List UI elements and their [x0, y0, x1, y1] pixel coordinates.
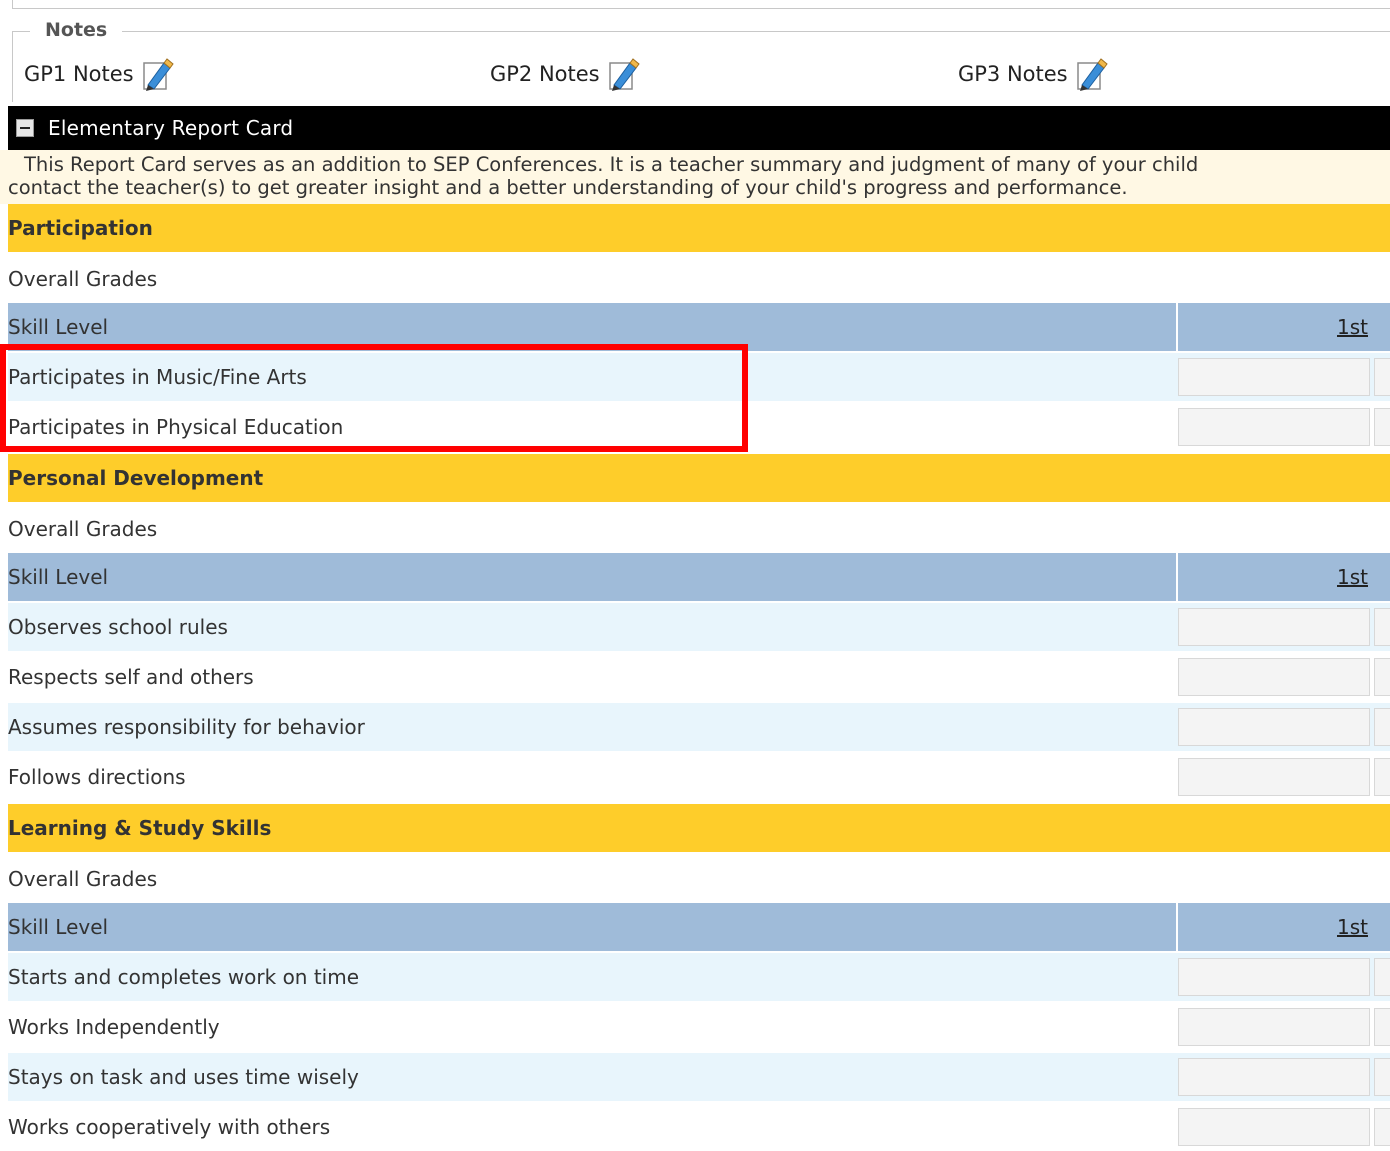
grade-field[interactable]	[1374, 958, 1390, 996]
grade-field[interactable]	[1374, 1058, 1390, 1096]
edit-note-icon[interactable]	[608, 57, 640, 91]
period-1st-link[interactable]: 1st	[1337, 315, 1368, 339]
section-header-personal-development: Personal Development	[8, 454, 1390, 502]
grade-field[interactable]	[1178, 1058, 1370, 1096]
gp2-notes[interactable]: GP2 Notes	[490, 57, 640, 91]
intro-line-2: contact the teacher(s) to get greater in…	[8, 176, 1128, 199]
section-title: Learning & Study Skills	[8, 816, 272, 840]
skill-label: Works Independently	[8, 1015, 220, 1039]
notes-legend: Notes	[30, 19, 123, 41]
skill-row: Assumes responsibility for behavior	[8, 703, 1390, 751]
grade-field[interactable]	[1178, 658, 1370, 696]
period-1st-link[interactable]: 1st	[1337, 915, 1368, 939]
section-header-learning-study-skills: Learning & Study Skills	[8, 804, 1390, 852]
grade-field[interactable]	[1178, 608, 1370, 646]
skill-row: Follows directions	[8, 753, 1390, 801]
edit-note-icon[interactable]	[1076, 57, 1108, 91]
overall-grades-label: Overall Grades	[8, 267, 158, 291]
grade-field[interactable]	[1374, 1108, 1390, 1146]
skill-label: Assumes responsibility for behavior	[8, 715, 365, 739]
skill-label: Works cooperatively with others	[8, 1115, 331, 1139]
section-title: Participation	[8, 216, 153, 240]
column-divider	[1176, 903, 1178, 951]
column-divider	[1176, 303, 1178, 351]
grade-field[interactable]	[1374, 358, 1390, 396]
skill-level-label: Skill Level	[8, 565, 109, 589]
grade-field[interactable]	[1178, 1108, 1370, 1146]
skill-label: Follows directions	[8, 765, 186, 789]
gp3-notes[interactable]: GP3 Notes	[958, 57, 1108, 91]
gp1-notes-label: GP1 Notes	[24, 62, 134, 86]
collapse-icon[interactable]	[16, 119, 34, 137]
grade-field[interactable]	[1178, 358, 1370, 396]
skill-row: Participates in Music/Fine Arts	[8, 353, 1390, 401]
grade-field[interactable]	[1178, 1008, 1370, 1046]
overall-grades-label: Overall Grades	[8, 517, 158, 541]
gp1-notes[interactable]: GP1 Notes	[24, 57, 174, 91]
skill-level-header: Skill Level 1st	[8, 553, 1390, 601]
skill-label: Stays on task and uses time wisely	[8, 1065, 359, 1089]
grade-field[interactable]	[1178, 758, 1370, 796]
gp2-notes-label: GP2 Notes	[490, 62, 600, 86]
section-title: Personal Development	[8, 466, 264, 490]
skill-row: Respects self and others	[8, 653, 1390, 701]
skill-label: Participates in Physical Education	[8, 415, 344, 439]
grade-field[interactable]	[1178, 708, 1370, 746]
skill-row: Observes school rules	[8, 603, 1390, 651]
notes-fieldset	[12, 31, 1390, 102]
grade-field[interactable]	[1374, 758, 1390, 796]
period-1st-link[interactable]: 1st	[1337, 565, 1368, 589]
gp3-notes-label: GP3 Notes	[958, 62, 1068, 86]
skill-label: Respects self and others	[8, 665, 254, 689]
top-frame	[12, 0, 1390, 9]
skill-row: Participates in Physical Education	[8, 403, 1390, 451]
report-card-intro: This Report Card serves as an addition t…	[0, 150, 1390, 204]
skill-label: Starts and completes work on time	[8, 965, 360, 989]
column-divider	[1176, 553, 1178, 601]
overall-grades-row: Overall Grades	[8, 505, 1390, 553]
edit-note-icon[interactable]	[142, 57, 174, 91]
grade-field[interactable]	[1374, 1008, 1390, 1046]
intro-line-1: This Report Card serves as an addition t…	[24, 153, 1199, 176]
grade-field[interactable]	[1374, 708, 1390, 746]
report-card-header: Elementary Report Card	[8, 106, 1390, 150]
grade-field[interactable]	[1178, 958, 1370, 996]
report-card-title: Elementary Report Card	[48, 116, 294, 140]
grade-field[interactable]	[1374, 608, 1390, 646]
skill-row: Stays on task and uses time wisely	[8, 1053, 1390, 1101]
skill-row: Starts and completes work on time	[8, 953, 1390, 1001]
skill-level-label: Skill Level	[8, 315, 109, 339]
overall-grades-label: Overall Grades	[8, 867, 158, 891]
skill-label: Participates in Music/Fine Arts	[8, 365, 307, 389]
skill-level-header: Skill Level 1st	[8, 903, 1390, 951]
grade-field[interactable]	[1374, 658, 1390, 696]
overall-grades-row: Overall Grades	[8, 855, 1390, 903]
skill-label: Observes school rules	[8, 615, 228, 639]
skill-row: Works cooperatively with others	[8, 1103, 1390, 1151]
section-header-participation: Participation	[8, 204, 1390, 252]
skill-level-header: Skill Level 1st	[8, 303, 1390, 351]
skill-row: Works Independently	[8, 1003, 1390, 1051]
overall-grades-row: Overall Grades	[8, 255, 1390, 303]
grade-field[interactable]	[1374, 408, 1390, 446]
grade-field[interactable]	[1178, 408, 1370, 446]
skill-level-label: Skill Level	[8, 915, 109, 939]
